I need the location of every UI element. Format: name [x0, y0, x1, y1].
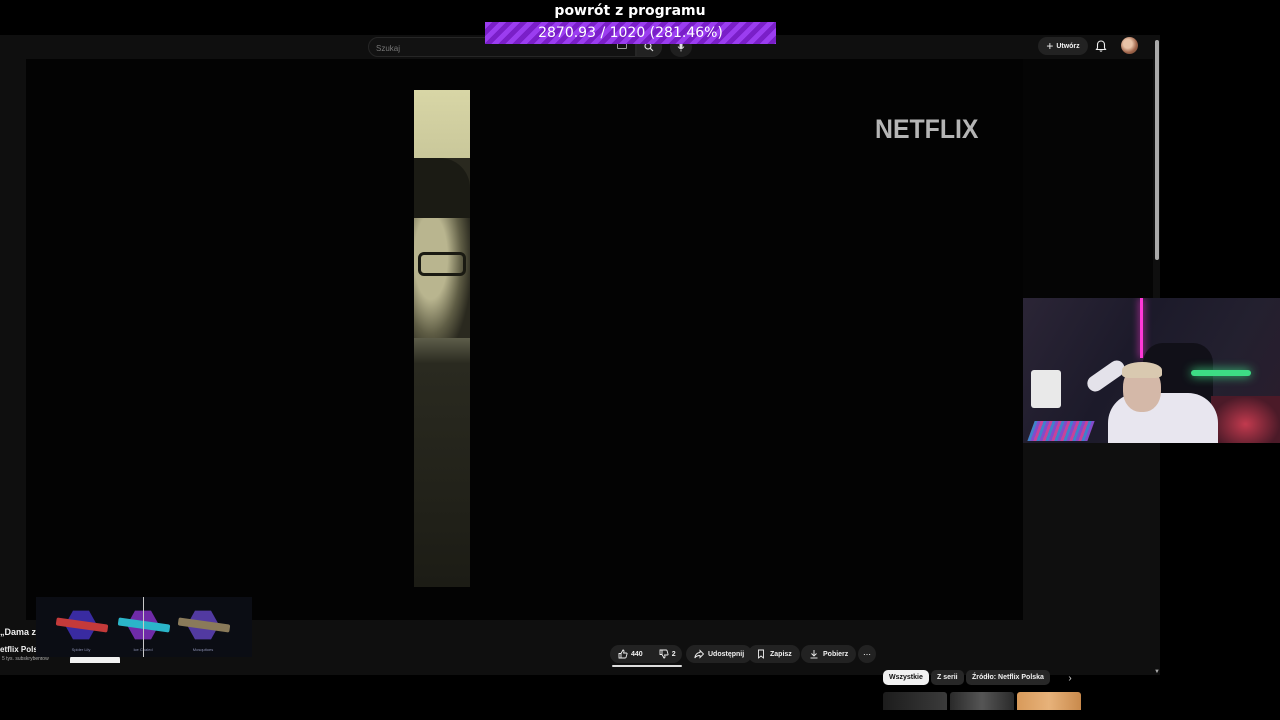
bookmark-icon [758, 649, 764, 659]
chevron-right-icon[interactable]: › [1062, 670, 1078, 686]
goal-progress-text: 2870.93 / 1020 (281.46%) [538, 25, 723, 41]
create-label: Utwórz [1056, 42, 1080, 50]
case-item: Mosquitoes [174, 597, 232, 657]
ambient-light [1211, 396, 1280, 443]
streamer-webcam [1023, 298, 1280, 443]
thumbs-down-icon [659, 649, 669, 659]
related-thumbnail[interactable] [1017, 692, 1081, 710]
goal-label: powrót z programu [554, 3, 706, 19]
plus-icon: + [1046, 39, 1054, 53]
avatar[interactable] [1121, 37, 1138, 54]
scroll-down-arrow-icon[interactable]: ▼ [1154, 669, 1160, 675]
like-button[interactable]: 440 [610, 645, 651, 663]
download-icon [810, 650, 818, 659]
case-item-name: Spider Lily [71, 647, 91, 652]
bell-icon[interactable] [1094, 39, 1108, 53]
secondary-column [1023, 59, 1153, 299]
scrollbar-thumb[interactable] [1155, 40, 1159, 260]
streamer-arm [1084, 357, 1128, 395]
chip-source[interactable]: Źródło: Netflix Polska [966, 670, 1050, 685]
netflix-watermark: NETFLIX [875, 114, 979, 144]
like-dislike-group: 440 2 [610, 645, 682, 663]
thumbs-up-icon [618, 649, 628, 659]
video-frame-figure [414, 90, 470, 587]
related-thumbnail[interactable] [950, 692, 1014, 710]
like-underline [612, 665, 682, 667]
youtube-page: + Utwórz NETFLIX ▼ 440 [0, 35, 1160, 710]
create-button[interactable]: + Utwórz [1038, 37, 1088, 55]
neon-light [1191, 370, 1251, 376]
case-item-name: Mosquitoes [192, 647, 214, 652]
case-selector-marker [143, 597, 144, 657]
case-opening-panel: Spider Lily Ice Coaled Mosquitoes [36, 597, 252, 657]
share-label: Udostępnij [708, 650, 745, 658]
more-actions-button[interactable]: ⋯ [858, 645, 876, 663]
like-count: 440 [631, 650, 643, 658]
figure-glasses [418, 252, 466, 276]
save-button[interactable]: Zapisz [748, 645, 800, 663]
dislike-button[interactable]: 2 [651, 645, 684, 663]
case-item: Spider Lily [52, 597, 110, 657]
more-icon: ⋯ [863, 649, 871, 659]
chip-series[interactable]: Z serii [931, 670, 964, 685]
goal-progress-bar: 2870.93 / 1020 (281.46%) [485, 22, 776, 44]
neon-light [1140, 298, 1143, 358]
video-player[interactable]: NETFLIX [26, 59, 1023, 620]
video-title: „Dama z [0, 627, 37, 637]
chip-all[interactable]: Wszystkie [883, 670, 929, 685]
dislike-count: 2 [671, 650, 676, 658]
related-thumbnail[interactable] [883, 692, 947, 710]
rgb-keyboard [1027, 421, 1095, 441]
share-button[interactable]: Udostępnij [686, 645, 753, 663]
download-label: Pobierz [823, 650, 849, 658]
streamer-hair [1122, 362, 1162, 378]
download-button[interactable]: Pobierz [801, 645, 857, 663]
save-label: Zapisz [770, 650, 792, 658]
mug [1031, 370, 1061, 408]
figure-hair [414, 158, 470, 218]
share-icon [694, 649, 704, 659]
